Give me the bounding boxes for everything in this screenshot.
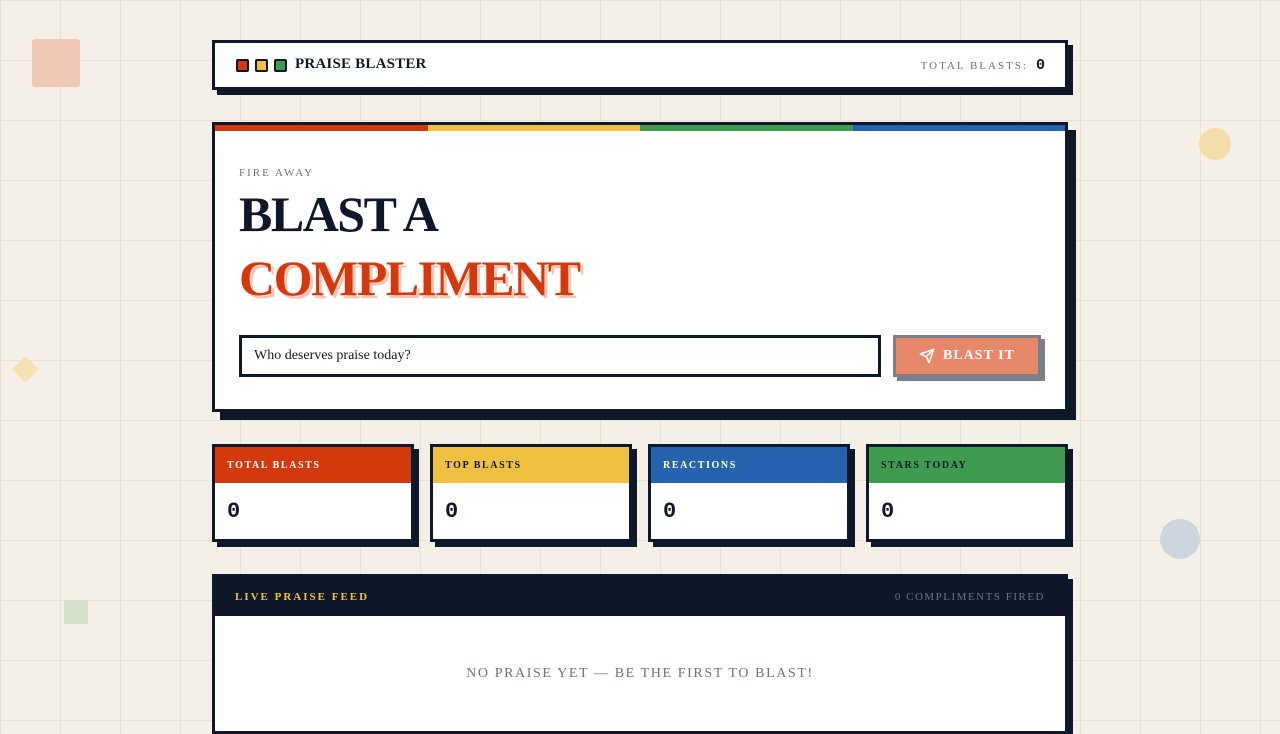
header-bar: PRAISE BLASTER TOTAL BLASTS: 0: [212, 40, 1068, 90]
stat-label: TOTAL BLASTS: [215, 447, 411, 483]
stat-label: TOP BLASTS: [433, 447, 629, 483]
decorative-square: [64, 600, 88, 624]
decorative-circle: [1160, 519, 1200, 559]
stat-value: 0: [227, 499, 241, 524]
blast-button[interactable]: BLAST IT: [893, 335, 1041, 377]
decorative-diamond: [12, 356, 39, 383]
app-title: PRAISE BLASTER: [295, 56, 427, 72]
hero-title-line1: BLAST A: [239, 186, 439, 242]
decorative-square: [32, 39, 80, 87]
decorative-circle: [1199, 128, 1231, 160]
stat-value: 0: [663, 499, 677, 524]
window-dots: [236, 59, 287, 72]
total-blasts-label: TOTAL BLASTS:: [920, 60, 1028, 72]
yellow-dot-icon: [255, 59, 268, 72]
total-blasts-counter: TOTAL BLASTS: 0: [921, 57, 1045, 74]
stat-card-top-blasts: TOP BLASTS 0: [430, 444, 632, 542]
red-dot-icon: [236, 59, 249, 72]
stat-value: 0: [445, 499, 459, 524]
stat-card-total-blasts: TOTAL BLASTS 0: [212, 444, 414, 542]
color-stripe: [215, 125, 1065, 131]
praise-feed: LIVE PRAISE FEED 0 COMPLIMENTS FIRED NO …: [212, 574, 1068, 734]
blast-button-label: BLAST IT: [943, 348, 1015, 363]
stat-label: REACTIONS: [651, 447, 847, 483]
stat-label: STARS TODAY: [869, 447, 1065, 483]
feed-title: LIVE PRAISE FEED: [235, 590, 370, 603]
eyebrow-label: FIRE AWAY: [239, 167, 315, 179]
feed-empty-message: NO PRAISE YET — BE THE FIRST TO BLAST!: [466, 666, 814, 681]
total-blasts-value: 0: [1035, 57, 1045, 74]
stat-card-reactions: REACTIONS 0: [648, 444, 850, 542]
hero-title-line2: COMPLIMENT: [239, 250, 581, 306]
send-icon: [919, 348, 935, 364]
compliment-composer: FIRE AWAY BLAST A COMPLIMENT BLAST IT: [212, 122, 1068, 412]
compliment-input[interactable]: [239, 335, 881, 377]
stat-card-stars-today: STARS TODAY 0: [866, 444, 1068, 542]
feed-count: 0 COMPLIMENTS FIRED: [894, 590, 1045, 603]
stat-value: 0: [881, 499, 895, 524]
feed-header: LIVE PRAISE FEED 0 COMPLIMENTS FIRED: [215, 577, 1065, 616]
green-dot-icon: [274, 59, 287, 72]
